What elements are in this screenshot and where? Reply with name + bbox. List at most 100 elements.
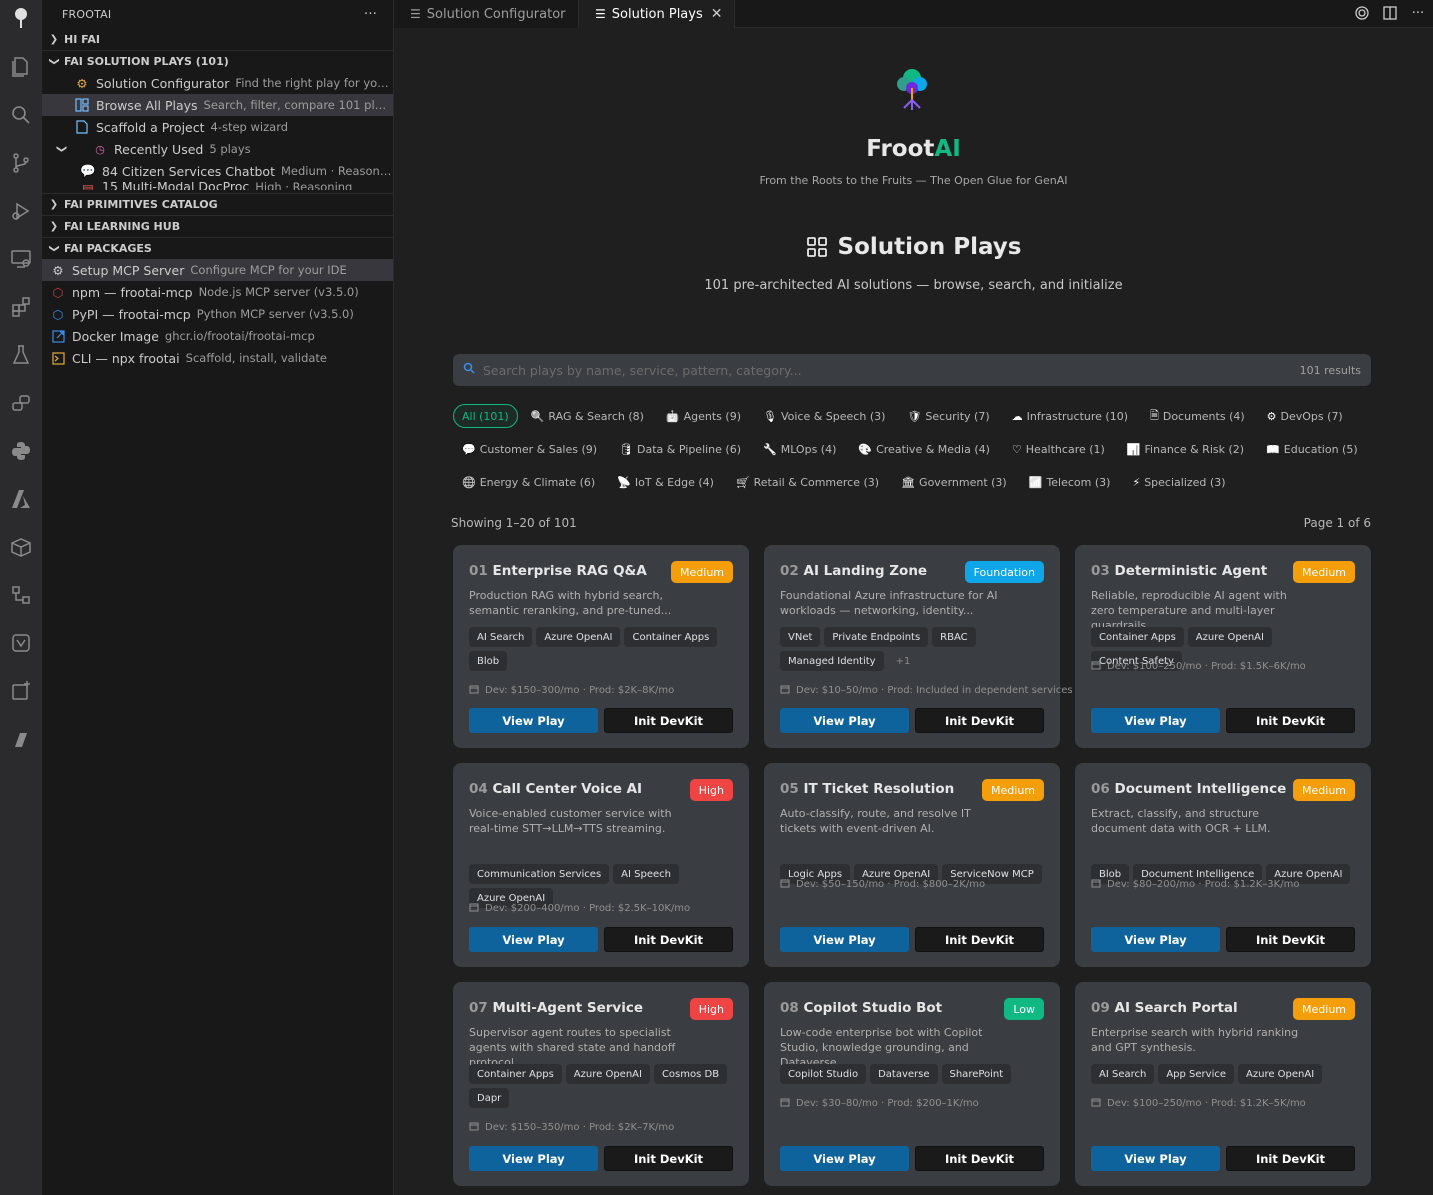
section-label: FAI LEARNING HUB [64,220,181,233]
frootai-tree-icon[interactable] [0,0,42,39]
sidebar-item-cli[interactable]: CLI — npx frootai Scaffold, install, vali… [42,347,393,369]
view-play-button[interactable]: View Play [780,1146,909,1171]
filter-chip[interactable]: 🤖 Agents (9) [657,404,750,428]
filter-chip[interactable]: 🛒 Retail & Commerce (3) [727,470,888,494]
view-play-button[interactable]: View Play [780,927,909,952]
sidebar-item-recently-used[interactable]: ❯ ◷ Recently Used 5 plays [42,138,393,160]
sidebar-item-pypi[interactable]: ⬡ PyPI — frootai-mcp Python MCP server (v3… [42,303,393,325]
sidebar-item-recent-play[interactable]: 💬 84 Citizen Services Chatbot Medium · Rea… [42,160,393,182]
tab-solution-configurator[interactable]: ☰ Solution Configurator [394,0,579,28]
structure-icon[interactable] [0,574,42,616]
copilot-icon[interactable] [1353,4,1371,22]
containers-icon[interactable] [0,526,42,568]
section-hi-fai[interactable]: ❯ HI FAI [42,28,393,50]
play-card[interactable]: 03 Deterministic Agent Medium Reliable, re… [1075,545,1371,748]
cost-text: Dev: $80–200/mo · Prod: $1.2K–3K/mo [1107,879,1300,890]
tab-solution-plays[interactable]: ☰ Solution Plays ✕ [579,0,736,28]
close-icon[interactable]: ✕ [711,6,723,22]
service-tag: Azure OpenAI [1187,627,1272,647]
filter-chip[interactable]: 🔍 RAG & Search (8) [522,404,653,428]
filter-chip[interactable]: 📊 Finance & Risk (2) [1118,437,1253,461]
filter-chip[interactable]: 🌐 Energy & Climate (6) [453,470,604,494]
play-card[interactable]: 09 AI Search Portal Medium Enterprise sear… [1075,982,1371,1186]
view-play-button[interactable]: View Play [1091,708,1220,733]
play-card[interactable]: 01 Enterprise RAG Q&A Medium Production RA… [453,545,749,748]
init-devkit-button[interactable]: Init DevKit [1226,1146,1355,1171]
sidebar-item-npm[interactable]: ⬡ npm — frootai-mcp Node.js MCP server (v3… [42,281,393,303]
section-packages[interactable]: ❯ FAI PACKAGES [42,237,393,259]
filter-chip[interactable]: 🎙 Voice & Speech (3) [754,404,894,428]
filter-chip[interactable]: 🏛 Government (3) [892,470,1016,494]
sidebar-item-docker[interactable]: Docker Image ghcr.io/frootai/frootai-mcp [42,325,393,347]
section-primitives-catalog[interactable]: ❯ FAI PRIMITIVES CATALOG [42,193,393,215]
filter-chip[interactable]: 🔧 MLOps (4) [754,437,845,461]
search-input[interactable] [483,362,1300,378]
search-icon[interactable] [0,94,42,136]
section-label: FAI SOLUTION PLAYS (101) [64,55,229,68]
sidebar-item-setup-mcp[interactable]: ⚙ Setup MCP Server Configure MCP for your … [42,259,393,281]
sidebar-header: FROOTAI ··· [42,0,393,28]
init-devkit-button[interactable]: Init DevKit [604,1146,733,1171]
play-card[interactable]: 08 Copilot Studio Bot Low Low-code enterpr… [764,982,1060,1186]
more-actions-icon[interactable]: ··· [1409,4,1427,22]
init-devkit-button[interactable]: Init DevKit [1226,927,1355,952]
init-devkit-button[interactable]: Init DevKit [915,1146,1044,1171]
filter-chip[interactable]: 📖 Education (5) [1257,437,1367,461]
azure-icon[interactable] [0,478,42,520]
init-devkit-button[interactable]: Init DevKit [604,927,733,952]
filter-chip[interactable]: All (101) [453,404,518,428]
init-devkit-button[interactable]: Init DevKit [1226,708,1355,733]
section-learning-hub[interactable]: ❯ FAI LEARNING HUB [42,215,393,237]
sidebar-item-scaffold-project[interactable]: Scaffold a Project 4-step wizard [42,116,393,138]
view-play-button[interactable]: View Play [1091,927,1220,952]
sidebar-item-browse-all-plays[interactable]: Browse All Plays Search, filter, compare … [42,94,393,116]
filter-chip[interactable]: 💬 Customer & Sales (9) [453,437,606,461]
view-play-button[interactable]: View Play [780,708,909,733]
play-card[interactable]: 02 AI Landing Zone Foundation Foundational… [764,545,1073,748]
split-editor-icon[interactable] [1381,4,1399,22]
category-icon: 🎨 [858,442,873,456]
sidebar-item-solution-configurator[interactable]: ⚙ Solution Configurator Find the right pla… [42,72,393,94]
play-card[interactable]: 05 IT Ticket Resolution Medium Auto-classi… [764,763,1060,967]
foundry-icon[interactable] [0,718,42,760]
filter-chip[interactable]: 🗎 Documents (4) [1141,404,1254,428]
python-icon[interactable] [0,430,42,472]
filter-chip[interactable]: ⚙ DevOps (7) [1258,404,1352,428]
github-actions-icon[interactable] [0,622,42,664]
play-card[interactable]: 06 Document Intelligence Medium Extract, c… [1075,763,1371,967]
filter-chip[interactable]: ♡ Healthcare (1) [1003,437,1114,461]
testing-flask-icon[interactable] [0,334,42,376]
brand-title: FrootAI [394,136,1433,162]
view-play-button[interactable]: View Play [469,927,598,952]
init-devkit-button[interactable]: Init DevKit [915,708,1044,733]
section-solution-plays[interactable]: ❯ FAI SOLUTION PLAYS (101) [42,50,393,72]
extensions-icon[interactable] [0,286,42,328]
filter-chip[interactable]: 🛡 Security (7) [898,404,998,428]
filter-chip[interactable]: 📶 Telecom (3) [1020,470,1120,494]
filter-chip[interactable]: 📡 IoT & Edge (4) [608,470,723,494]
run-debug-icon[interactable] [0,190,42,232]
copilot-chat-icon[interactable] [0,382,42,424]
play-card[interactable]: 07 Multi-Agent Service High Supervisor age… [453,982,749,1186]
service-tag: Azure OpenAI [1238,1064,1323,1084]
remote-explorer-icon[interactable] [0,238,42,280]
play-number: 09 [1091,1000,1115,1016]
filter-chip[interactable]: 🎨 Creative & Media (4) [849,437,999,461]
more-actions-icon[interactable]: ··· [364,7,377,22]
play-card[interactable]: 04 Call Center Voice AI High Voice-enabled… [453,763,749,967]
new-project-icon[interactable] [0,670,42,712]
view-play-button[interactable]: View Play [1091,1146,1220,1171]
init-devkit-button[interactable]: Init DevKit [604,708,733,733]
filter-chip[interactable]: ⚡ Specialized (3) [1123,470,1234,494]
filter-chip[interactable]: ☁ Infrastructure (10) [1003,404,1137,428]
sidebar-item-recent-play[interactable]: ▤ 15 Multi-Modal DocProc High · Reasoning [42,182,393,190]
source-control-icon[interactable] [0,142,42,184]
filter-chip-label: Government (3) [919,475,1007,489]
explorer-icon[interactable] [0,46,42,88]
service-tag: Container Apps [624,627,718,647]
init-devkit-button[interactable]: Init DevKit [915,927,1044,952]
view-play-button[interactable]: View Play [469,708,598,733]
service-tag: App Service [1158,1064,1235,1084]
filter-chip[interactable]: 🛢 Data & Pipeline (6) [610,437,750,461]
view-play-button[interactable]: View Play [469,1146,598,1171]
